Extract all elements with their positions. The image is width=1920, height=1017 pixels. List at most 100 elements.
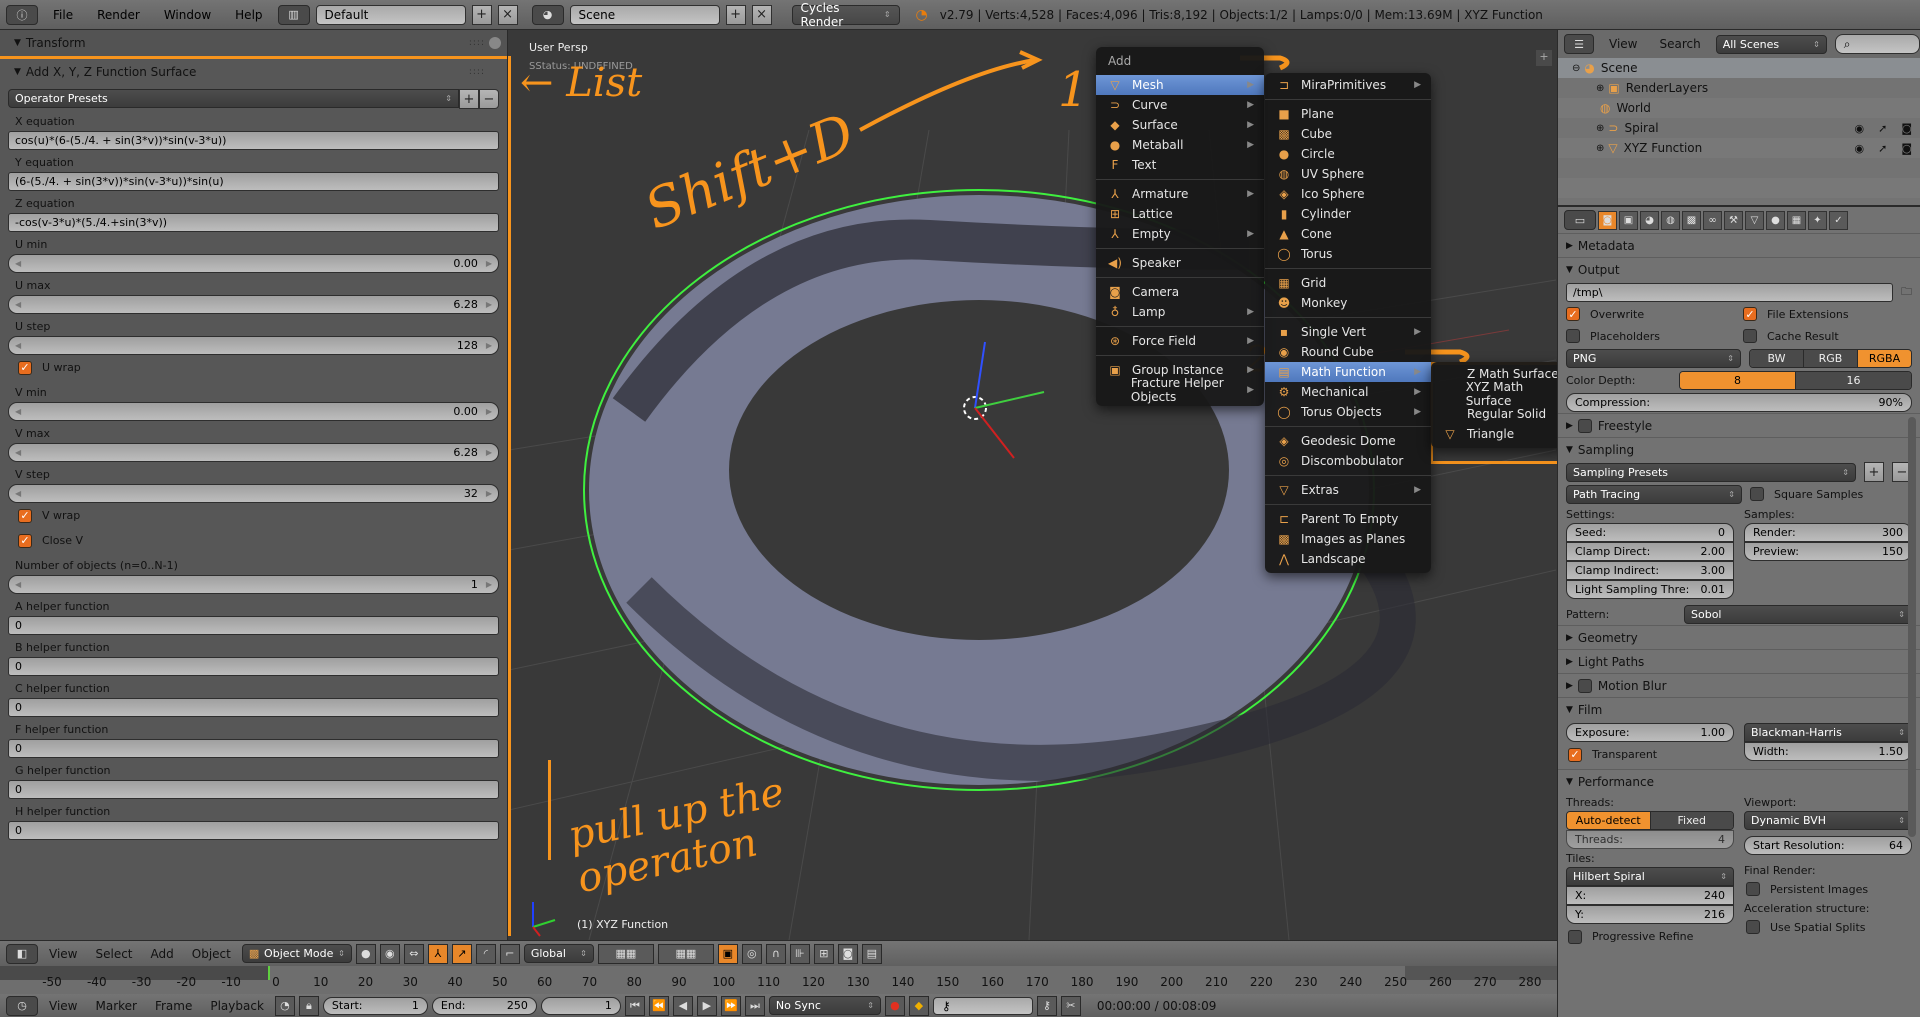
filter-width-field[interactable]: Width: 1.50 — [1744, 742, 1912, 761]
remove-layout-button[interactable]: × — [497, 4, 518, 25]
layout-selector[interactable]: ▥ — [277, 4, 310, 25]
threads-fixed[interactable]: Fixed — [1650, 812, 1733, 829]
mesh-menu-item-uv-sphere[interactable]: ◍ UV Sphere — [1265, 164, 1431, 184]
outliner-view-menu[interactable]: View — [1602, 37, 1644, 51]
mode-dropdown[interactable]: ▩ Object Mode ⇕ — [241, 944, 352, 963]
sampling-section[interactable]: ▼ Sampling — [1558, 437, 1920, 461]
jump-start-icon[interactable]: ⏮ — [624, 995, 645, 1016]
file-extensions-checkbox[interactable]: ✓ File Extensions — [1743, 307, 1912, 321]
expand-toggle-icon[interactable]: ⊕ — [1596, 83, 1604, 94]
v-step-field[interactable]: ◀ 32 ▶ — [8, 484, 499, 503]
manipulator-icon[interactable]: ⅄ — [427, 943, 448, 964]
add-menu-item-armature[interactable]: ⅄ Armature ▶ — [1096, 184, 1264, 204]
add-menu-item-camera[interactable]: ◙ Camera — [1096, 282, 1264, 302]
g-helper-field[interactable]: 0 — [8, 780, 499, 799]
preview-samples-field[interactable]: Preview: 150 — [1744, 542, 1912, 561]
transparent-checkbox[interactable]: ✓ Transparent — [1566, 742, 1734, 767]
add-menu-item-text[interactable]: F Text — [1096, 155, 1264, 175]
add-preset-button[interactable]: + — [459, 89, 479, 109]
add-scene-button[interactable]: + — [725, 4, 746, 25]
sampling-presets-dropdown[interactable]: Sampling Presets ⇕ — [1566, 462, 1856, 482]
spatial-splits-checkbox[interactable]: Use Spatial Splits — [1744, 917, 1912, 937]
filter-type-dropdown[interactable]: Blackman-Harris ⇕ — [1744, 723, 1912, 742]
lock-range-icon[interactable]: 🔒︎ — [298, 995, 319, 1016]
add-menu-item-surface[interactable]: ◆ Surface ▶ — [1096, 115, 1264, 135]
end-frame-field[interactable]: End: 250 — [431, 996, 537, 1015]
panel-pin-icon[interactable] — [489, 37, 501, 49]
outliner-row-renderlayers[interactable]: ⊕ ▣ RenderLayers — [1558, 78, 1920, 98]
output-section[interactable]: ▼ Output — [1558, 257, 1920, 281]
file-format-dropdown[interactable]: PNG ⇕ — [1566, 348, 1741, 368]
mesh-menu-item-plane[interactable]: ■ Plane — [1265, 104, 1431, 124]
render-opengl-icon[interactable]: ◙ — [837, 943, 858, 964]
outliner-search-menu[interactable]: Search — [1652, 37, 1707, 51]
u-wrap-checkbox[interactable]: ✓ U wrap — [8, 355, 499, 380]
visibility-eye-icon[interactable]: ◉ — [1854, 122, 1864, 135]
render-layers-tab-icon[interactable]: ▣ — [1619, 210, 1638, 230]
square-samples-checkbox[interactable]: Square Samples — [1750, 487, 1912, 501]
physics-tab-icon[interactable]: ✓ — [1829, 210, 1848, 230]
scene-tab-icon[interactable]: ◕ — [1640, 210, 1659, 230]
world-tab-icon[interactable]: ◍ — [1661, 210, 1680, 230]
color-mode-rgba[interactable]: RGBA — [1858, 349, 1911, 367]
color-mode-selector[interactable]: BW RGB RGBA — [1749, 348, 1912, 368]
drag-grip-icon[interactable]: :::: — [469, 67, 485, 77]
overwrite-checkbox[interactable]: ✓ Overwrite — [1566, 307, 1735, 321]
f-helper-field[interactable]: 0 — [8, 739, 499, 758]
mesh-menu-item-cylinder[interactable]: ▮ Cylinder — [1265, 204, 1431, 224]
constraints-tab-icon[interactable]: ∞ — [1703, 210, 1722, 230]
compression-slider[interactable]: Compression: 90% — [1566, 392, 1912, 412]
outliner-row-scene[interactable]: ⊖ ◕ Scene — [1558, 58, 1920, 78]
visibility-eye-icon[interactable]: ◉ — [1854, 142, 1864, 155]
transform-orientation-dropdown[interactable]: Global ⇕ — [523, 944, 594, 963]
render-engine-dropdown[interactable]: Cycles Render ⇕ — [791, 1, 900, 29]
outliner-row-world[interactable]: ◍ World — [1558, 98, 1920, 118]
timeline-menu-marker[interactable]: Marker — [88, 999, 143, 1013]
snap-element-icon[interactable]: ⊪ — [789, 943, 810, 964]
render-animation-icon[interactable]: ▤ — [861, 943, 882, 964]
motion-blur-section[interactable]: ▶ Motion Blur — [1558, 673, 1920, 697]
mesh-menu-item-miraprimitives[interactable]: ⊐ MiraPrimitives ▶ — [1265, 75, 1431, 95]
delete-keyframe-icon[interactable]: ✂ — [1060, 995, 1081, 1016]
threads-mode-selector[interactable]: Auto-detect Fixed — [1566, 811, 1734, 830]
light-sampling-threshold-field[interactable]: Light Sampling Thre: 0.01 — [1566, 580, 1734, 599]
properties-scrollbar[interactable] — [1908, 417, 1916, 837]
mesh-menu-item-geodesic-dome[interactable]: ◈ Geodesic Dome — [1265, 431, 1431, 451]
math-menu-item-triangle[interactable]: ▽ Triangle — [1431, 424, 1565, 444]
mesh-menu-item-math-function[interactable]: ▤ Math Function ▶ — [1265, 362, 1431, 382]
expand-toggle-icon[interactable]: ⊕ — [1596, 143, 1604, 154]
header-menu-view[interactable]: View — [42, 947, 84, 961]
renderability-camera-icon[interactable]: ◙ — [1901, 122, 1912, 135]
add-menu-item-mesh[interactable]: ▽ Mesh ▶ — [1096, 75, 1264, 95]
u-step-field[interactable]: ◀ 128 ▶ — [8, 336, 499, 355]
outliner-editor-type[interactable]: ☰ — [1564, 34, 1594, 54]
play-icon[interactable]: ▶ — [696, 995, 717, 1016]
add-menu-item-force-field[interactable]: ⊛ Force Field ▶ — [1096, 331, 1264, 351]
color-depth-8[interactable]: 8 — [1680, 371, 1796, 389]
header-menu-object[interactable]: Object — [185, 947, 238, 961]
add-menu-item-fracture-helper-objects[interactable]: Fracture Helper Objects ▶ — [1096, 376, 1264, 404]
data-tab-icon[interactable]: ▽ — [1745, 210, 1764, 230]
freestyle-section[interactable]: ▶ Freestyle — [1558, 413, 1920, 437]
integrator-dropdown[interactable]: Path Tracing ⇕ — [1566, 484, 1742, 504]
snap-icon[interactable]: ∩ — [765, 943, 786, 964]
scale-icon[interactable]: ⌐ — [499, 943, 520, 964]
mesh-menu-item-ico-sphere[interactable]: ◈ Ico Sphere — [1265, 184, 1431, 204]
insert-keyframe-icon[interactable]: ⚷ — [1036, 995, 1057, 1016]
editor-type-button[interactable]: ⓘ — [6, 4, 38, 25]
mesh-menu-item-torus[interactable]: ◯ Torus — [1265, 244, 1431, 264]
material-tab-icon[interactable]: ● — [1766, 210, 1785, 230]
tile-x-field[interactable]: X: 240 — [1566, 886, 1734, 905]
mesh-menu-item-cube[interactable]: ▩ Cube — [1265, 124, 1431, 144]
preview-range-icon[interactable]: ◔ — [274, 995, 295, 1016]
mesh-menu-item-images-as-planes[interactable]: ▩ Images as Planes — [1265, 529, 1431, 549]
layers-grid-2[interactable]: ▦▦ — [657, 943, 714, 964]
u-max-field[interactable]: ◀ 6.28 ▶ — [8, 295, 499, 314]
mesh-menu-item-torus-objects[interactable]: ◯ Torus Objects ▶ — [1265, 402, 1431, 422]
film-section[interactable]: ▼ Film — [1558, 697, 1920, 721]
manipulator-toggle-icon[interactable]: ⇔ — [403, 943, 424, 964]
color-depth-16[interactable]: 16 — [1796, 371, 1911, 389]
math-menu-item-xyz-math-surface[interactable]: XYZ Math Surface — [1431, 380, 1565, 408]
color-depth-selector[interactable]: 8 16 — [1679, 370, 1912, 390]
add-layout-button[interactable]: + — [471, 4, 492, 25]
